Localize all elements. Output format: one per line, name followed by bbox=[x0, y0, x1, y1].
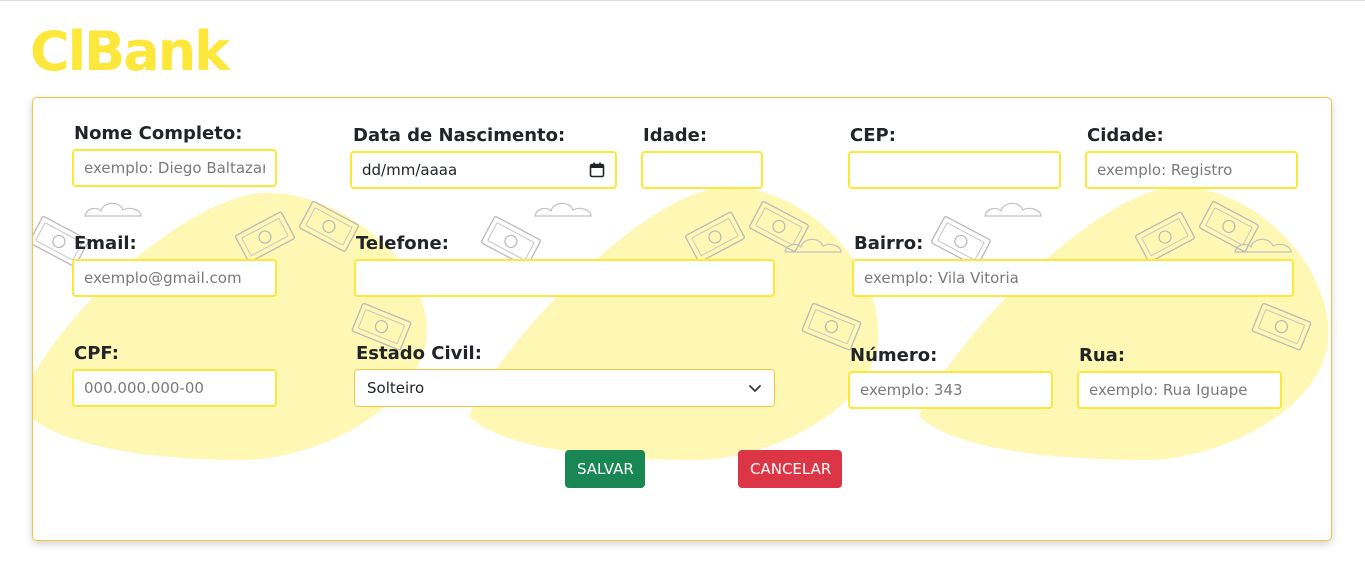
top-divider bbox=[0, 0, 1365, 1]
cpf-input[interactable] bbox=[72, 369, 277, 407]
yellow-blob bbox=[469, 187, 879, 461]
nascimento-input[interactable]: dd/mm/aaaa bbox=[350, 151, 617, 189]
numero-input[interactable] bbox=[848, 371, 1053, 409]
cpf-label: CPF: bbox=[74, 343, 119, 364]
cloud-icon bbox=[534, 202, 592, 217]
nascimento-label: Data de Nascimento: bbox=[353, 125, 566, 146]
cep-input[interactable] bbox=[848, 151, 1061, 189]
telefone-input[interactable] bbox=[354, 259, 775, 297]
rua-label: Rua: bbox=[1079, 345, 1126, 366]
client-form-card: Nome Completo: Data de Nascimento: dd/mm… bbox=[32, 97, 1332, 541]
estado-civil-value: Solteiro bbox=[367, 379, 425, 397]
numero-label: Número: bbox=[850, 345, 938, 366]
email-label: Email: bbox=[74, 233, 137, 254]
cancel-button[interactable]: CANCELAR bbox=[738, 450, 842, 488]
save-button[interactable]: SALVAR bbox=[565, 450, 645, 488]
idade-input[interactable] bbox=[641, 151, 763, 189]
estado-civil-select[interactable]: Solteiro bbox=[354, 369, 775, 407]
idade-label: Idade: bbox=[643, 125, 708, 146]
nascimento-value: dd/mm/aaaa bbox=[362, 161, 458, 179]
telefone-label: Telefone: bbox=[356, 233, 449, 254]
cidade-label: Cidade: bbox=[1087, 125, 1164, 146]
email-input[interactable] bbox=[72, 259, 277, 297]
cidade-input[interactable] bbox=[1085, 151, 1298, 189]
cloud-icon bbox=[984, 202, 1042, 217]
bairro-input[interactable] bbox=[852, 259, 1294, 297]
rua-input[interactable] bbox=[1077, 371, 1282, 409]
estado-civil-label: Estado Civil: bbox=[356, 343, 482, 364]
calendar-icon[interactable] bbox=[589, 162, 605, 178]
cep-label: CEP: bbox=[850, 125, 896, 146]
nome-label: Nome Completo: bbox=[74, 123, 243, 144]
cloud-icon bbox=[84, 202, 142, 217]
yellow-blob bbox=[919, 187, 1329, 461]
nome-input[interactable] bbox=[72, 149, 277, 187]
bairro-label: Bairro: bbox=[854, 233, 924, 254]
chevron-down-icon bbox=[749, 385, 761, 392]
app-logo: ClBank bbox=[30, 20, 230, 83]
